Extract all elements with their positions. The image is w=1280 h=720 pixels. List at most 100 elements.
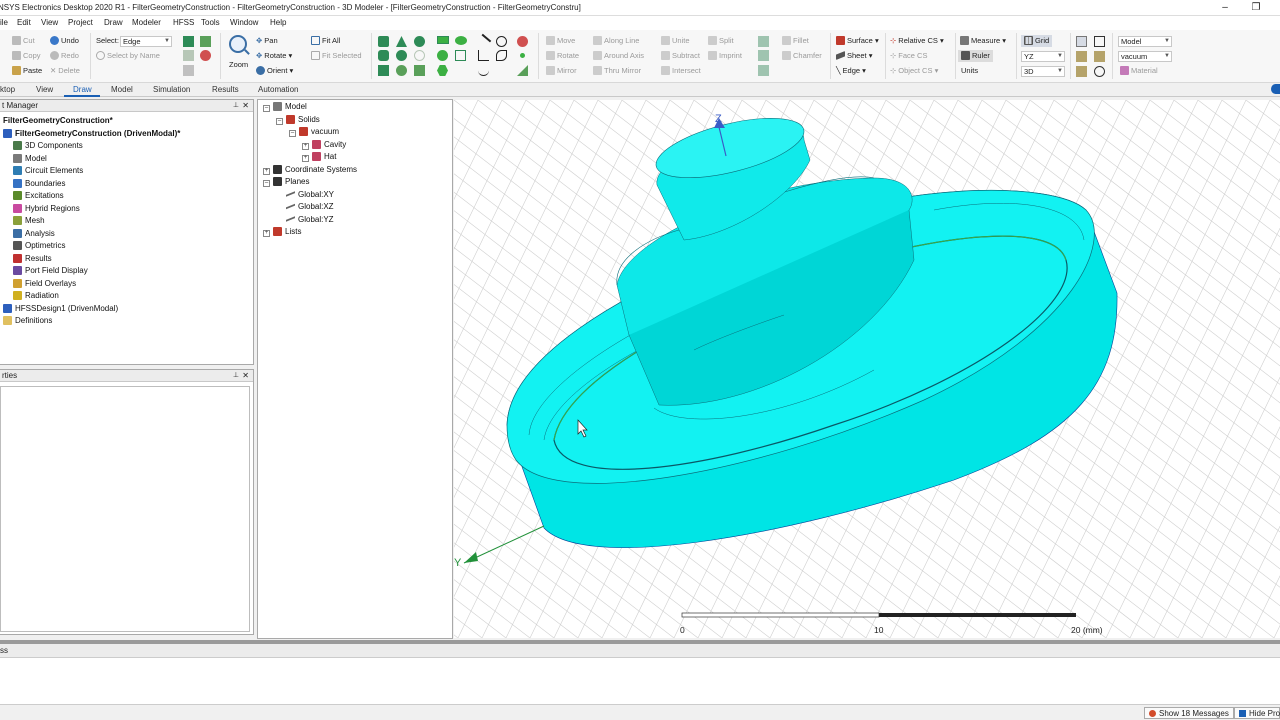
- draw-circle-icon[interactable]: [437, 50, 448, 61]
- project-tree-item[interactable]: Port Field Display: [13, 265, 88, 277]
- project-tree-item[interactable]: Field Overlays: [13, 278, 76, 290]
- 3d-scene[interactable]: Z Y 0 10 20 (mm): [454, 100, 1280, 638]
- expand-icon[interactable]: +: [302, 142, 309, 150]
- around-axis-button[interactable]: Around Axis: [593, 50, 644, 62]
- rotate-button[interactable]: ✥ Rotate ▾: [256, 50, 292, 62]
- menu-window[interactable]: Window: [230, 18, 258, 27]
- draw-torus-icon[interactable]: [414, 36, 425, 47]
- model-tree-item[interactable]: – vacuum: [289, 126, 339, 138]
- wrap-icon[interactable]: [758, 65, 769, 76]
- tab-draw[interactable]: Draw: [73, 85, 92, 94]
- select-faces-icon[interactable]: [200, 36, 211, 47]
- zoom-button[interactable]: Zoom: [229, 59, 248, 71]
- restore-button[interactable]: ❐: [1249, 1, 1263, 15]
- draw-box-icon[interactable]: [378, 36, 389, 47]
- thicken-icon[interactable]: [758, 50, 769, 61]
- fit-selected-button[interactable]: Fit Selected: [311, 50, 362, 62]
- model-tree-item[interactable]: + Lists: [263, 226, 301, 238]
- face-cs-button[interactable]: ⊹ Face CS: [890, 50, 927, 62]
- imprint-button[interactable]: Imprint: [708, 50, 742, 62]
- sheet-button[interactable]: Sheet ▾: [836, 50, 872, 62]
- tab-automation[interactable]: Automation: [258, 85, 298, 94]
- pin-icon[interactable]: ⊥: [233, 370, 239, 382]
- tab-view[interactable]: View: [36, 85, 53, 94]
- along-line-button[interactable]: Along Line: [593, 35, 639, 47]
- chamfer-button[interactable]: Chamfer: [782, 50, 822, 62]
- project-tree-item[interactable]: Hybrid Regions: [13, 203, 80, 215]
- subtract-button[interactable]: Subtract: [661, 50, 700, 62]
- select-vertices-icon[interactable]: [200, 50, 211, 61]
- tab-desktop[interactable]: ktop: [0, 85, 15, 94]
- project-tree-item[interactable]: 3D Components: [13, 140, 83, 152]
- project-tree-item[interactable]: FilterGeometryConstruction (DrivenModal)…: [3, 128, 180, 140]
- menu-help[interactable]: Help: [270, 18, 286, 27]
- ruler-button[interactable]: Ruler: [958, 50, 993, 62]
- model-tree-item[interactable]: Global:XZ: [276, 201, 334, 213]
- project-tree-item[interactable]: Mesh: [13, 215, 45, 227]
- model-tree-item[interactable]: Global:XY: [276, 189, 334, 201]
- collapse-icon[interactable]: –: [289, 130, 296, 137]
- model-tree-item[interactable]: + Hat: [302, 151, 336, 163]
- thru-mirror-button[interactable]: Thru Mirror: [593, 65, 641, 77]
- snap-quadrant-icon[interactable]: [1094, 66, 1105, 77]
- tab-simulation[interactable]: Simulation: [153, 85, 190, 94]
- show-messages-button[interactable]: Show 18 Messages: [1144, 707, 1234, 719]
- project-tree-item[interactable]: Definitions: [3, 315, 52, 327]
- snap-edge-icon[interactable]: [1076, 51, 1087, 62]
- select-by-name-button[interactable]: Select by Name: [96, 50, 160, 62]
- select-mode-dropdown[interactable]: Edge ▼: [120, 36, 172, 47]
- draw-polyhedron-icon[interactable]: [378, 65, 389, 76]
- fit-all-button[interactable]: Fit All: [311, 35, 340, 47]
- select-objects-icon[interactable]: [183, 36, 194, 47]
- close-icon[interactable]: ✕: [242, 370, 249, 382]
- move-button[interactable]: Move: [546, 35, 575, 47]
- draw-center-arc-icon[interactable]: [478, 65, 489, 76]
- collapse-icon[interactable]: –: [276, 117, 283, 125]
- model-tree-item[interactable]: – Planes: [263, 176, 309, 188]
- grid-plane-dropdown[interactable]: YZ ▼: [1021, 51, 1065, 62]
- relative-cs-button[interactable]: ⊹ Relative CS ▾: [890, 35, 944, 47]
- orient-button[interactable]: Orient ▾: [256, 65, 293, 77]
- draw-ellipsoid-icon[interactable]: [396, 65, 407, 76]
- minimize-button[interactable]: –: [1218, 1, 1232, 15]
- object-cs-button[interactable]: ⊹ Object CS ▾: [890, 65, 938, 77]
- edge-button[interactable]: ╲ Edge ▾: [836, 65, 866, 77]
- pan-button[interactable]: ✥ Pan: [256, 35, 278, 47]
- expand-icon[interactable]: +: [263, 167, 270, 175]
- split-button[interactable]: Split: [708, 35, 734, 47]
- draw-point-icon[interactable]: [520, 53, 525, 58]
- draw-cone-icon[interactable]: [396, 36, 407, 47]
- menu-tools[interactable]: Tools: [201, 18, 220, 27]
- menu-view[interactable]: View: [41, 18, 58, 27]
- draw-bondwire-icon[interactable]: [414, 65, 425, 76]
- project-tree-item[interactable]: Analysis: [13, 228, 55, 240]
- sweep-icon[interactable]: [758, 36, 769, 47]
- rotate-object-button[interactable]: Rotate: [546, 50, 579, 62]
- draw-ellipse-icon[interactable]: [455, 36, 467, 45]
- draw-cylinder-icon[interactable]: [378, 50, 389, 61]
- fillet-button[interactable]: Fillet: [782, 35, 809, 47]
- expand-icon[interactable]: +: [263, 230, 270, 237]
- cut-button[interactable]: Cut: [12, 35, 35, 47]
- tab-results[interactable]: Results: [212, 85, 239, 94]
- expand-icon[interactable]: +: [302, 155, 309, 162]
- project-tree-item[interactable]: Results: [13, 253, 52, 265]
- menu-hfss[interactable]: HFSS: [173, 18, 194, 27]
- unite-button[interactable]: Unite: [661, 35, 690, 47]
- draw-rectangle-icon[interactable]: [437, 36, 449, 44]
- menu-file[interactable]: ile: [0, 18, 8, 27]
- menu-modeler[interactable]: Modeler: [132, 18, 161, 27]
- project-tree-item[interactable]: HFSSDesign1 (DrivenModal): [3, 303, 118, 315]
- model-tree-item[interactable]: + Coordinate Systems: [263, 164, 357, 176]
- snap-center-icon[interactable]: [1076, 66, 1087, 77]
- model-tree-item[interactable]: – Solids: [276, 114, 320, 126]
- project-tree-item[interactable]: Boundaries: [13, 178, 65, 190]
- collapse-icon[interactable]: –: [263, 180, 270, 187]
- menu-edit[interactable]: Edit: [17, 18, 31, 27]
- model-tree-item[interactable]: Global:YZ: [276, 214, 334, 226]
- material-dropdown[interactable]: vacuum ▼: [1118, 51, 1172, 62]
- project-tree-item[interactable]: Radiation: [13, 290, 59, 302]
- undo-button[interactable]: Undo: [50, 35, 79, 47]
- project-tree-item[interactable]: FilterGeometryConstruction*: [3, 115, 113, 127]
- snap-face-icon[interactable]: [1094, 51, 1105, 62]
